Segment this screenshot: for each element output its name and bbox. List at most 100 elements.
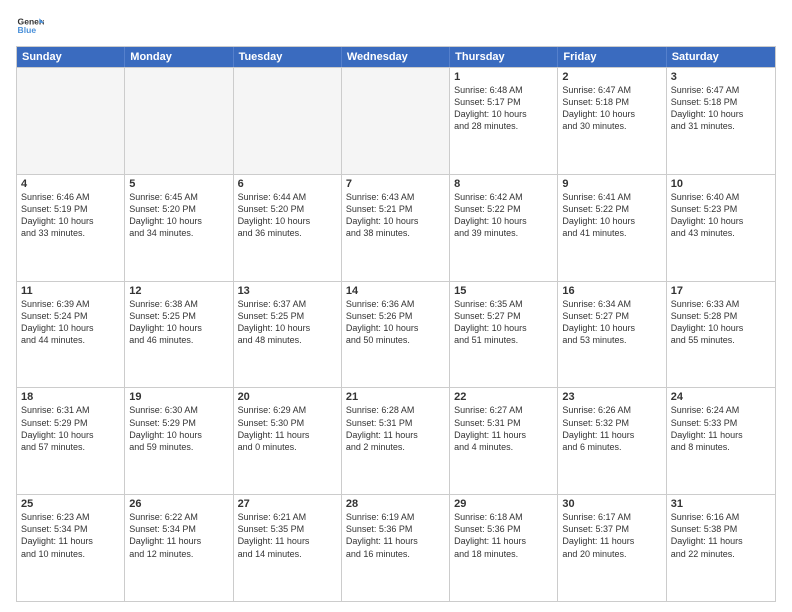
cal-cell: 14Sunrise: 6:36 AMSunset: 5:26 PMDayligh… <box>342 282 450 388</box>
svg-text:Blue: Blue <box>18 25 37 35</box>
cal-cell: 15Sunrise: 6:35 AMSunset: 5:27 PMDayligh… <box>450 282 558 388</box>
cal-cell: 11Sunrise: 6:39 AMSunset: 5:24 PMDayligh… <box>17 282 125 388</box>
calendar-header: SundayMondayTuesdayWednesdayThursdayFrid… <box>17 47 775 67</box>
cal-row-1: 4Sunrise: 6:46 AMSunset: 5:19 PMDaylight… <box>17 174 775 281</box>
cell-info: Sunrise: 6:39 AMSunset: 5:24 PMDaylight:… <box>21 298 120 347</box>
day-number: 28 <box>346 498 445 510</box>
cal-cell: 1Sunrise: 6:48 AMSunset: 5:17 PMDaylight… <box>450 68 558 174</box>
cell-info: Sunrise: 6:28 AMSunset: 5:31 PMDaylight:… <box>346 404 445 453</box>
cal-cell: 17Sunrise: 6:33 AMSunset: 5:28 PMDayligh… <box>667 282 775 388</box>
cal-cell: 9Sunrise: 6:41 AMSunset: 5:22 PMDaylight… <box>558 175 666 281</box>
day-number: 27 <box>238 498 337 510</box>
logo-icon: General Blue <box>16 12 44 40</box>
day-number: 3 <box>671 71 771 83</box>
day-number: 2 <box>562 71 661 83</box>
cal-cell: 30Sunrise: 6:17 AMSunset: 5:37 PMDayligh… <box>558 495 666 601</box>
cell-info: Sunrise: 6:46 AMSunset: 5:19 PMDaylight:… <box>21 191 120 240</box>
cal-cell: 31Sunrise: 6:16 AMSunset: 5:38 PMDayligh… <box>667 495 775 601</box>
day-number: 8 <box>454 178 553 190</box>
cal-cell: 8Sunrise: 6:42 AMSunset: 5:22 PMDaylight… <box>450 175 558 281</box>
header-cell-friday: Friday <box>558 47 666 67</box>
cell-info: Sunrise: 6:34 AMSunset: 5:27 PMDaylight:… <box>562 298 661 347</box>
cell-info: Sunrise: 6:47 AMSunset: 5:18 PMDaylight:… <box>671 84 771 133</box>
day-number: 5 <box>129 178 228 190</box>
header-cell-tuesday: Tuesday <box>234 47 342 67</box>
day-number: 30 <box>562 498 661 510</box>
cell-info: Sunrise: 6:18 AMSunset: 5:36 PMDaylight:… <box>454 511 553 560</box>
header-cell-sunday: Sunday <box>17 47 125 67</box>
page: General Blue SundayMondayTuesdayWednesda… <box>0 0 792 612</box>
cal-cell: 7Sunrise: 6:43 AMSunset: 5:21 PMDaylight… <box>342 175 450 281</box>
cell-info: Sunrise: 6:22 AMSunset: 5:34 PMDaylight:… <box>129 511 228 560</box>
day-number: 18 <box>21 391 120 403</box>
cal-cell: 12Sunrise: 6:38 AMSunset: 5:25 PMDayligh… <box>125 282 233 388</box>
cell-info: Sunrise: 6:40 AMSunset: 5:23 PMDaylight:… <box>671 191 771 240</box>
cal-cell: 3Sunrise: 6:47 AMSunset: 5:18 PMDaylight… <box>667 68 775 174</box>
day-number: 19 <box>129 391 228 403</box>
cal-cell: 10Sunrise: 6:40 AMSunset: 5:23 PMDayligh… <box>667 175 775 281</box>
cell-info: Sunrise: 6:29 AMSunset: 5:30 PMDaylight:… <box>238 404 337 453</box>
calendar: SundayMondayTuesdayWednesdayThursdayFrid… <box>16 46 776 602</box>
calendar-body: 1Sunrise: 6:48 AMSunset: 5:17 PMDaylight… <box>17 67 775 601</box>
cal-cell: 24Sunrise: 6:24 AMSunset: 5:33 PMDayligh… <box>667 388 775 494</box>
cal-cell <box>125 68 233 174</box>
day-number: 12 <box>129 285 228 297</box>
header: General Blue <box>16 12 776 40</box>
cell-info: Sunrise: 6:37 AMSunset: 5:25 PMDaylight:… <box>238 298 337 347</box>
day-number: 7 <box>346 178 445 190</box>
cal-cell: 4Sunrise: 6:46 AMSunset: 5:19 PMDaylight… <box>17 175 125 281</box>
day-number: 25 <box>21 498 120 510</box>
cal-cell: 19Sunrise: 6:30 AMSunset: 5:29 PMDayligh… <box>125 388 233 494</box>
day-number: 14 <box>346 285 445 297</box>
cell-info: Sunrise: 6:21 AMSunset: 5:35 PMDaylight:… <box>238 511 337 560</box>
cal-row-3: 18Sunrise: 6:31 AMSunset: 5:29 PMDayligh… <box>17 387 775 494</box>
cal-cell: 13Sunrise: 6:37 AMSunset: 5:25 PMDayligh… <box>234 282 342 388</box>
cal-cell: 22Sunrise: 6:27 AMSunset: 5:31 PMDayligh… <box>450 388 558 494</box>
cell-info: Sunrise: 6:41 AMSunset: 5:22 PMDaylight:… <box>562 191 661 240</box>
cal-row-0: 1Sunrise: 6:48 AMSunset: 5:17 PMDaylight… <box>17 67 775 174</box>
cell-info: Sunrise: 6:30 AMSunset: 5:29 PMDaylight:… <box>129 404 228 453</box>
day-number: 29 <box>454 498 553 510</box>
cell-info: Sunrise: 6:17 AMSunset: 5:37 PMDaylight:… <box>562 511 661 560</box>
cal-cell <box>234 68 342 174</box>
cal-cell: 21Sunrise: 6:28 AMSunset: 5:31 PMDayligh… <box>342 388 450 494</box>
cell-info: Sunrise: 6:33 AMSunset: 5:28 PMDaylight:… <box>671 298 771 347</box>
cal-cell: 29Sunrise: 6:18 AMSunset: 5:36 PMDayligh… <box>450 495 558 601</box>
day-number: 1 <box>454 71 553 83</box>
cell-info: Sunrise: 6:23 AMSunset: 5:34 PMDaylight:… <box>21 511 120 560</box>
cal-cell: 23Sunrise: 6:26 AMSunset: 5:32 PMDayligh… <box>558 388 666 494</box>
cal-row-4: 25Sunrise: 6:23 AMSunset: 5:34 PMDayligh… <box>17 494 775 601</box>
cal-cell: 5Sunrise: 6:45 AMSunset: 5:20 PMDaylight… <box>125 175 233 281</box>
logo: General Blue <box>16 12 48 40</box>
cell-info: Sunrise: 6:26 AMSunset: 5:32 PMDaylight:… <box>562 404 661 453</box>
cell-info: Sunrise: 6:24 AMSunset: 5:33 PMDaylight:… <box>671 404 771 453</box>
cell-info: Sunrise: 6:47 AMSunset: 5:18 PMDaylight:… <box>562 84 661 133</box>
header-cell-monday: Monday <box>125 47 233 67</box>
cal-row-2: 11Sunrise: 6:39 AMSunset: 5:24 PMDayligh… <box>17 281 775 388</box>
cal-cell: 18Sunrise: 6:31 AMSunset: 5:29 PMDayligh… <box>17 388 125 494</box>
header-cell-thursday: Thursday <box>450 47 558 67</box>
day-number: 26 <box>129 498 228 510</box>
day-number: 9 <box>562 178 661 190</box>
day-number: 15 <box>454 285 553 297</box>
day-number: 10 <box>671 178 771 190</box>
cal-cell: 6Sunrise: 6:44 AMSunset: 5:20 PMDaylight… <box>234 175 342 281</box>
day-number: 21 <box>346 391 445 403</box>
header-cell-saturday: Saturday <box>667 47 775 67</box>
day-number: 6 <box>238 178 337 190</box>
cell-info: Sunrise: 6:27 AMSunset: 5:31 PMDaylight:… <box>454 404 553 453</box>
cell-info: Sunrise: 6:44 AMSunset: 5:20 PMDaylight:… <box>238 191 337 240</box>
day-number: 22 <box>454 391 553 403</box>
cell-info: Sunrise: 6:36 AMSunset: 5:26 PMDaylight:… <box>346 298 445 347</box>
cell-info: Sunrise: 6:43 AMSunset: 5:21 PMDaylight:… <box>346 191 445 240</box>
cal-cell: 16Sunrise: 6:34 AMSunset: 5:27 PMDayligh… <box>558 282 666 388</box>
day-number: 20 <box>238 391 337 403</box>
cal-cell: 25Sunrise: 6:23 AMSunset: 5:34 PMDayligh… <box>17 495 125 601</box>
cell-info: Sunrise: 6:31 AMSunset: 5:29 PMDaylight:… <box>21 404 120 453</box>
cal-cell: 2Sunrise: 6:47 AMSunset: 5:18 PMDaylight… <box>558 68 666 174</box>
day-number: 23 <box>562 391 661 403</box>
cell-info: Sunrise: 6:42 AMSunset: 5:22 PMDaylight:… <box>454 191 553 240</box>
day-number: 11 <box>21 285 120 297</box>
cal-cell: 27Sunrise: 6:21 AMSunset: 5:35 PMDayligh… <box>234 495 342 601</box>
cell-info: Sunrise: 6:48 AMSunset: 5:17 PMDaylight:… <box>454 84 553 133</box>
